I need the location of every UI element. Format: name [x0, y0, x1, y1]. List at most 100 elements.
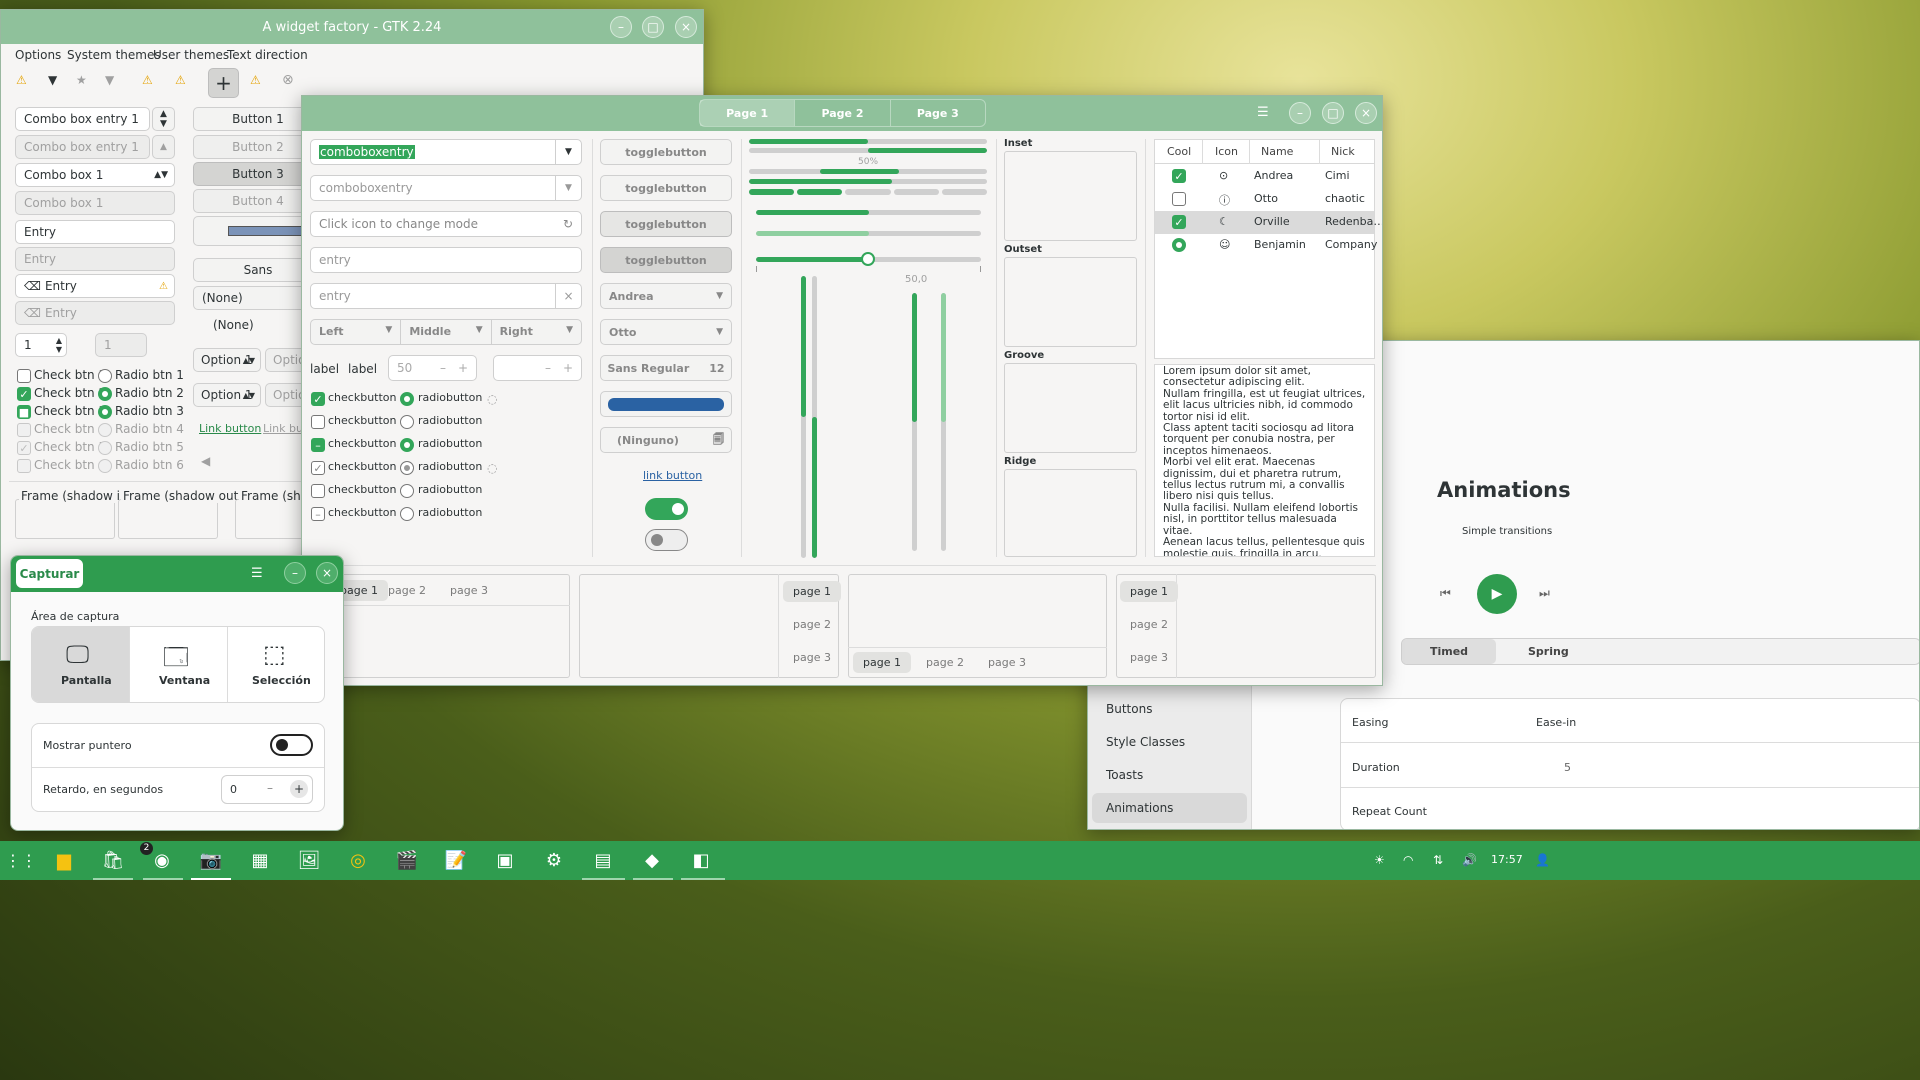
spin-button-3[interactable]: – + [493, 355, 582, 381]
notebook-2-tab-2[interactable]: page 2 [783, 614, 841, 635]
star-icon[interactable]: ★ [76, 73, 87, 87]
notebook-3-tab-3[interactable]: page 3 [978, 652, 1036, 673]
entry-2[interactable]: entry × [310, 283, 582, 309]
checkbutton-2[interactable] [311, 415, 325, 429]
wifi-icon[interactable]: ◠ [1403, 853, 1413, 867]
tab-page-1[interactable]: Page 1 [700, 100, 796, 126]
warning-icon[interactable]: ⚠ [16, 73, 27, 87]
video-icon[interactable]: 🎬 [390, 843, 424, 877]
checkbutton-1[interactable]: ✓ [311, 392, 325, 406]
sidebar-item-toasts[interactable]: Toasts [1106, 768, 1143, 782]
check-btn-2[interactable]: ✓ [17, 387, 31, 401]
switch-off[interactable] [645, 529, 688, 551]
close-button-2[interactable]: × [1355, 102, 1377, 124]
combo-box[interactable]: Combo box 1 ▲▼ [15, 163, 175, 187]
togglebutton-2[interactable]: togglebutton [600, 175, 732, 201]
none-combo-2[interactable]: (None) [213, 318, 254, 332]
scale-2[interactable] [756, 231, 981, 236]
chrome-icon[interactable]: ◉ [145, 843, 179, 877]
screenshot-icon[interactable]: 📷 [194, 843, 228, 877]
minimize-button[interactable]: – [610, 16, 632, 38]
table-row[interactable]: ✓ ⊙ Andrea Cimi [1155, 165, 1374, 188]
row-cool-check[interactable]: ✓ [1172, 169, 1186, 183]
text-editor-icon[interactable]: 📝 [439, 843, 473, 877]
entry-field[interactable]: Entry [15, 220, 175, 244]
menu-system-themes[interactable]: System themes [67, 48, 161, 62]
increment-button[interactable]: + [290, 780, 308, 798]
files-icon[interactable]: ▆ [47, 843, 81, 877]
brightness-icon[interactable]: ☀ [1374, 853, 1385, 867]
network-icon[interactable]: ⇅ [1433, 853, 1443, 867]
selection-icon[interactable]: ⬚ [263, 640, 286, 668]
menu-text-direction[interactable]: Text direction [227, 48, 308, 62]
backspace-icon[interactable]: ⌫ [24, 279, 41, 293]
notebook-3-tab-2[interactable]: page 2 [916, 652, 974, 673]
vscale-4[interactable] [941, 293, 946, 551]
tab-page-2[interactable]: Page 2 [795, 100, 891, 126]
file-chooser-button[interactable]: (Ninguno) 🗐 [600, 427, 732, 453]
text-view[interactable]: Lorem ipsum dolor sit amet, consectetur … [1154, 364, 1375, 557]
radiobutton-1[interactable] [400, 392, 414, 406]
mode-timed[interactable]: Timed [1402, 639, 1496, 664]
minimize-button-2[interactable]: – [1289, 102, 1311, 124]
music-icon[interactable]: ◎ [341, 843, 375, 877]
warning-icon-2[interactable]: ⚠ [142, 73, 153, 87]
image-viewer-icon[interactable]: 🖼 [292, 843, 326, 877]
notebook-3-tab-1[interactable]: page 1 [853, 652, 911, 673]
capturar-button[interactable]: Capturar [16, 559, 83, 588]
table-row[interactable]: ✓ ☾ Orville Redenba… [1155, 211, 1382, 234]
link-button-3[interactable]: link button [643, 469, 702, 482]
user-icon[interactable]: 👤 [1535, 853, 1550, 867]
app-grid-icon[interactable]: ⋮⋮ [4, 843, 38, 877]
option-menu-2[interactable]: Option 1 ▲▼ [193, 383, 261, 407]
terminal-icon[interactable]: ▣ [488, 843, 522, 877]
skip-forward-icon[interactable]: ⏭ [1539, 586, 1550, 601]
monitor-app-icon[interactable]: ▦ [243, 843, 277, 877]
combo-otto[interactable]: Otto ▼ [600, 319, 732, 345]
notebook-1-tab-3[interactable]: page 3 [440, 580, 498, 601]
spin-button[interactable]: 1 ▲ ▼ [15, 333, 67, 357]
software-icon[interactable]: 🛍 [96, 843, 130, 877]
table-row[interactable]: ☺ Benjamin Company [1155, 234, 1377, 257]
notebook-4-tab-1[interactable]: page 1 [1120, 581, 1178, 602]
check-btn-1[interactable] [17, 369, 31, 383]
entry-with-icons[interactable]: ⌫ Entry ⚠ [15, 274, 175, 298]
close-button-3[interactable]: × [316, 562, 338, 584]
sidebar-item-buttons[interactable]: Buttons [1106, 702, 1152, 716]
radiobutton-3[interactable] [400, 438, 414, 452]
spin-button-2[interactable]: 50– + [388, 355, 477, 381]
menu-icon[interactable]: ☰ [1257, 105, 1269, 120]
radiobutton-2[interactable] [400, 415, 414, 429]
mode-ventana-label[interactable]: Ventana [159, 674, 210, 687]
vscale-1[interactable] [801, 276, 806, 558]
vscale-2[interactable] [812, 276, 817, 558]
color-button-2[interactable] [600, 391, 732, 417]
notebook-1-tab-2[interactable]: page 2 [378, 580, 436, 601]
easing-value[interactable]: Ease-in [1536, 716, 1576, 729]
sidebar-item-style-classes[interactable]: Style Classes [1106, 735, 1185, 749]
notebook-4-tab-2[interactable]: page 2 [1120, 614, 1178, 635]
notebook-4-tab-3[interactable]: page 3 [1120, 647, 1178, 668]
minimize-button-3[interactable]: – [284, 562, 306, 584]
clear-icon-2[interactable]: × [555, 284, 581, 308]
entry-1[interactable]: entry [310, 247, 582, 273]
header-name[interactable]: Name [1261, 145, 1293, 158]
play-button[interactable]: ▶ [1477, 574, 1517, 614]
arrow-down-icon[interactable]: ▼ [48, 73, 57, 87]
header-nick[interactable]: Nick [1331, 145, 1355, 158]
menu-icon-2[interactable]: ☰ [251, 566, 263, 581]
combo-middle[interactable]: Middle ▼ [401, 320, 492, 344]
clock[interactable]: 17:57 [1491, 853, 1523, 866]
row-cool-radio[interactable] [1172, 238, 1186, 252]
tab-page-3[interactable]: Page 3 [891, 100, 985, 126]
check-btn-3[interactable]: ■ [17, 405, 31, 419]
clear-icon[interactable]: ⊗ [282, 72, 294, 88]
togglebutton-3[interactable]: togglebutton [600, 211, 732, 237]
vscale-3[interactable] [912, 293, 917, 551]
radio-btn-3[interactable] [98, 405, 112, 419]
option-menu-1[interactable]: Option 1 ▲▼ [193, 348, 261, 372]
tree-view[interactable]: Cool Icon Name Nick ✓ ⊙ Andrea Cimi ⓘ Ot… [1154, 139, 1382, 359]
mode-seleccion-label[interactable]: Selección [252, 674, 311, 687]
decrement-button[interactable]: – [267, 781, 273, 795]
notebook-2-tab-3[interactable]: page 3 [783, 647, 841, 668]
